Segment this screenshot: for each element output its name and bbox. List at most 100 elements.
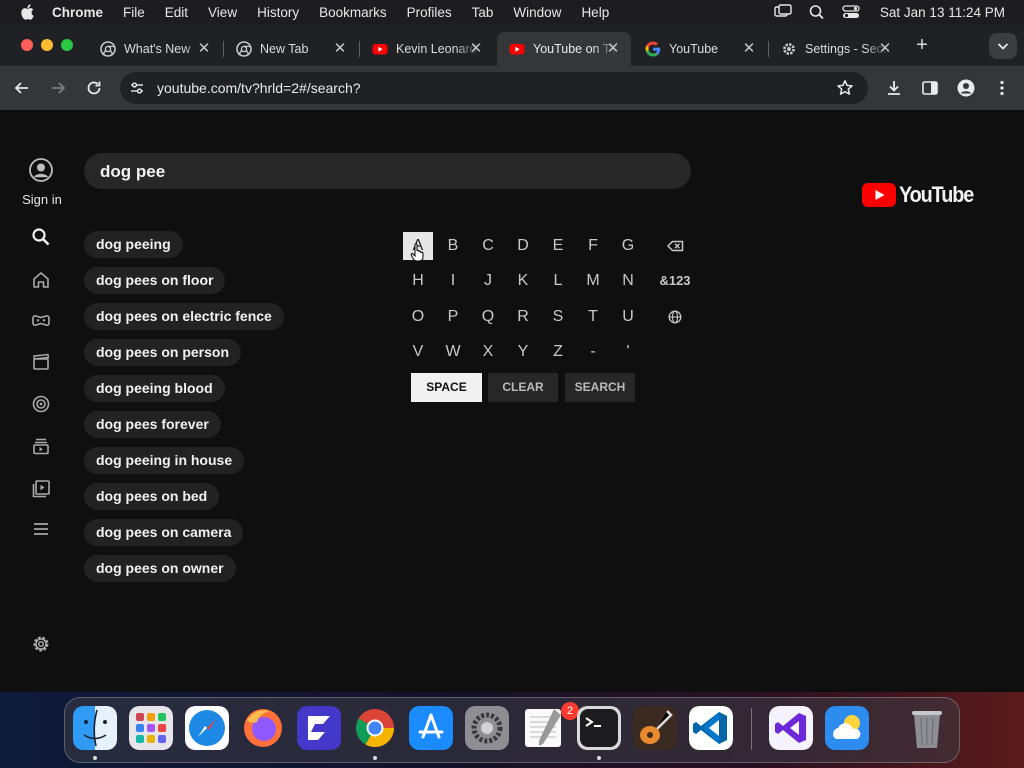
search-button[interactable]: SEARCH	[565, 373, 635, 402]
clear-button[interactable]: CLEAR	[488, 373, 558, 402]
key-z[interactable]: Z	[543, 338, 573, 366]
suggestion-chip[interactable]: dog peeing blood	[84, 375, 225, 402]
tab-settings[interactable]: Settings - Security ✕	[769, 32, 903, 66]
textedit-icon[interactable]	[521, 706, 565, 750]
suggestion-chip[interactable]: dog pees on electric fence	[84, 303, 284, 330]
space-button[interactable]: SPACE	[411, 373, 482, 402]
key-apostrophe[interactable]: '	[613, 338, 643, 366]
home-icon[interactable]	[30, 269, 52, 291]
tab-kevin-leonard[interactable]: Kevin Leonard ✕	[360, 32, 494, 66]
key-s[interactable]: S	[543, 303, 573, 331]
gaming-icon[interactable]	[30, 310, 52, 332]
key-g[interactable]: G	[613, 232, 643, 260]
key-q[interactable]: Q	[473, 303, 503, 331]
profile-icon[interactable]	[956, 78, 976, 98]
suggestion-chip[interactable]: dog pees on camera	[84, 519, 244, 546]
back-arrow-icon[interactable]	[12, 78, 32, 98]
garageband-icon[interactable]	[633, 706, 677, 750]
search-icon[interactable]	[30, 226, 52, 248]
key-w[interactable]: W	[438, 338, 468, 366]
key-f[interactable]: F	[578, 232, 608, 260]
key-hyphen[interactable]: -	[578, 338, 608, 366]
backspace-icon[interactable]	[660, 232, 690, 260]
menu-history[interactable]: History	[257, 5, 299, 20]
menu-file[interactable]: File	[123, 5, 145, 20]
side-panel-icon[interactable]	[920, 78, 940, 98]
subscriptions-icon[interactable]	[30, 435, 52, 457]
key-j[interactable]: J	[473, 267, 503, 295]
key-n[interactable]: N	[613, 267, 643, 295]
forward-arrow-icon[interactable]	[48, 78, 68, 98]
close-tab-icon[interactable]: ✕	[196, 41, 212, 57]
key-c[interactable]: C	[473, 232, 503, 260]
key-k[interactable]: K	[508, 267, 538, 295]
download-icon[interactable]	[884, 78, 904, 98]
url-text[interactable]: youtube.com/tv?hrld=2#/search?	[157, 80, 361, 96]
key-m[interactable]: M	[578, 267, 608, 295]
key-b[interactable]: B	[438, 232, 468, 260]
tab-new-tab[interactable]: New Tab ✕	[224, 32, 358, 66]
menu-profiles[interactable]: Profiles	[407, 5, 452, 20]
account-icon[interactable]	[29, 158, 53, 182]
menu-app-name[interactable]: Chrome	[52, 5, 103, 20]
menu-edit[interactable]: Edit	[165, 5, 188, 20]
key-p[interactable]: P	[438, 303, 468, 331]
vscode-icon[interactable]	[689, 706, 733, 750]
close-tab-icon[interactable]: ✕	[877, 41, 893, 57]
symbols-key[interactable]: &123	[653, 267, 697, 295]
close-tab-icon[interactable]: ✕	[332, 41, 348, 57]
suggestion-chip[interactable]: dog pees on owner	[84, 555, 236, 582]
suggestion-chip[interactable]: dog peeing in house	[84, 447, 245, 474]
movies-icon[interactable]	[30, 351, 52, 373]
app-store-icon[interactable]	[409, 706, 453, 750]
reload-icon[interactable]	[84, 78, 104, 98]
tab-whats-new[interactable]: What's New ✕	[88, 32, 222, 66]
more-menu-icon[interactable]	[992, 78, 1012, 98]
key-i[interactable]: I	[438, 267, 468, 295]
key-l[interactable]: L	[543, 267, 573, 295]
tab-youtube-on-tv[interactable]: YouTube on TV ✕	[497, 32, 631, 66]
zoom-window-button[interactable]	[61, 39, 73, 51]
menu-clock[interactable]: Sat Jan 13 11:24 PM	[880, 5, 1005, 20]
key-v[interactable]: V	[403, 338, 433, 366]
live-icon[interactable]	[30, 393, 52, 415]
trash-icon[interactable]	[905, 706, 949, 750]
suggestion-chip[interactable]: dog pees on bed	[84, 483, 220, 510]
apple-icon[interactable]	[20, 4, 34, 20]
menu-icon[interactable]	[30, 518, 52, 540]
menu-window[interactable]: Window	[513, 5, 561, 20]
suggestion-chip[interactable]: dog pees on person	[84, 339, 242, 366]
close-tab-icon[interactable]: ✕	[468, 41, 484, 57]
framer-icon[interactable]	[297, 706, 341, 750]
close-tab-icon[interactable]: ✕	[605, 41, 621, 57]
launchpad-icon[interactable]	[129, 706, 173, 750]
tab-search-button[interactable]	[989, 33, 1017, 59]
key-e[interactable]: E	[543, 232, 573, 260]
library-icon[interactable]	[30, 477, 52, 499]
menu-tab[interactable]: Tab	[472, 5, 494, 20]
key-r[interactable]: R	[508, 303, 538, 331]
close-tab-icon[interactable]: ✕	[741, 41, 757, 57]
new-tab-button[interactable]: +	[912, 35, 932, 55]
suggestion-chip[interactable]: dog pees forever	[84, 411, 221, 438]
menu-bookmarks[interactable]: Bookmarks	[319, 5, 387, 20]
search-input[interactable]: dog pee	[84, 153, 691, 189]
key-u[interactable]: U	[613, 303, 643, 331]
site-info-icon[interactable]	[129, 80, 145, 96]
settings-gear-icon[interactable]	[30, 633, 52, 655]
key-t[interactable]: T	[578, 303, 608, 331]
spotlight-search-icon[interactable]	[808, 4, 826, 20]
key-y[interactable]: Y	[508, 338, 538, 366]
tab-youtube[interactable]: YouTube ✕	[633, 32, 767, 66]
control-center-icon[interactable]	[842, 4, 860, 20]
system-settings-icon[interactable]	[465, 706, 509, 750]
sign-in-label[interactable]: Sign in	[14, 192, 70, 207]
key-h[interactable]: H	[403, 267, 433, 295]
weather-icon[interactable]	[825, 706, 869, 750]
safari-icon[interactable]	[185, 706, 229, 750]
key-x[interactable]: X	[473, 338, 503, 366]
bookmark-star-icon[interactable]	[836, 79, 854, 97]
terminal-icon[interactable]	[577, 706, 621, 750]
close-window-button[interactable]	[21, 39, 33, 51]
minimize-window-button[interactable]	[41, 39, 53, 51]
